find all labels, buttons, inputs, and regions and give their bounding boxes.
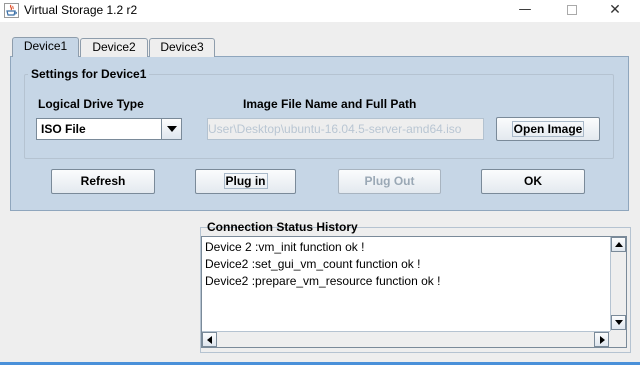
status-title: Connection Status History bbox=[207, 220, 358, 234]
open-image-button[interactable]: Open Image bbox=[496, 117, 600, 141]
window-title: Virtual Storage 1.2 r2 bbox=[24, 3, 138, 17]
tab-device2[interactable]: Device2 bbox=[80, 38, 148, 57]
status-line: Device2 :prepare_vm_resource function ok… bbox=[205, 274, 441, 288]
status-line: Device 2 :vm_init function ok ! bbox=[205, 240, 365, 254]
image-path-value: User\Desktop\ubuntu-16.04.5-server-amd64… bbox=[208, 122, 462, 136]
scroll-left-icon[interactable] bbox=[202, 332, 217, 347]
plug-out-button[interactable]: Plug Out bbox=[338, 169, 441, 194]
settings-group-title: Settings for Device1 bbox=[28, 67, 150, 81]
vertical-scrollbar[interactable] bbox=[610, 237, 626, 331]
java-app-icon bbox=[4, 3, 19, 18]
scroll-down-icon[interactable] bbox=[611, 315, 626, 330]
drive-type-label: Logical Drive Type bbox=[38, 97, 144, 111]
image-path-field[interactable]: User\Desktop\ubuntu-16.04.5-server-amd64… bbox=[207, 118, 484, 140]
status-line: Device2 :set_gui_vm_count function ok ! bbox=[205, 257, 421, 271]
drive-type-value: ISO File bbox=[41, 122, 86, 136]
scroll-up-icon[interactable] bbox=[611, 237, 626, 252]
image-path-label: Image File Name and Full Path bbox=[243, 97, 417, 111]
tab-device1[interactable]: Device1 bbox=[12, 37, 79, 57]
minimize-icon[interactable]: — bbox=[510, 0, 540, 22]
maximize-icon[interactable] bbox=[557, 0, 587, 22]
status-lines: Device 2 :vm_init function ok ! Device2 … bbox=[205, 239, 440, 290]
open-image-label: Open Image bbox=[511, 121, 585, 137]
refresh-button[interactable]: Refresh bbox=[51, 169, 155, 194]
drive-type-select[interactable]: ISO File bbox=[36, 118, 182, 140]
tab-device3[interactable]: Device3 bbox=[149, 38, 215, 57]
plug-in-button[interactable]: Plug in bbox=[195, 169, 296, 194]
status-text-area[interactable]: Device 2 :vm_init function ok ! Device2 … bbox=[201, 236, 627, 348]
plug-in-label: Plug in bbox=[223, 173, 268, 189]
horizontal-scrollbar[interactable] bbox=[202, 331, 611, 347]
scroll-corner bbox=[610, 331, 626, 347]
scroll-right-icon[interactable] bbox=[594, 332, 609, 347]
title-bar: Virtual Storage 1.2 r2 — ✕ bbox=[0, 0, 640, 22]
dropdown-arrow-icon[interactable] bbox=[161, 119, 181, 139]
close-icon[interactable]: ✕ bbox=[600, 0, 630, 22]
ok-button[interactable]: OK bbox=[481, 169, 585, 194]
